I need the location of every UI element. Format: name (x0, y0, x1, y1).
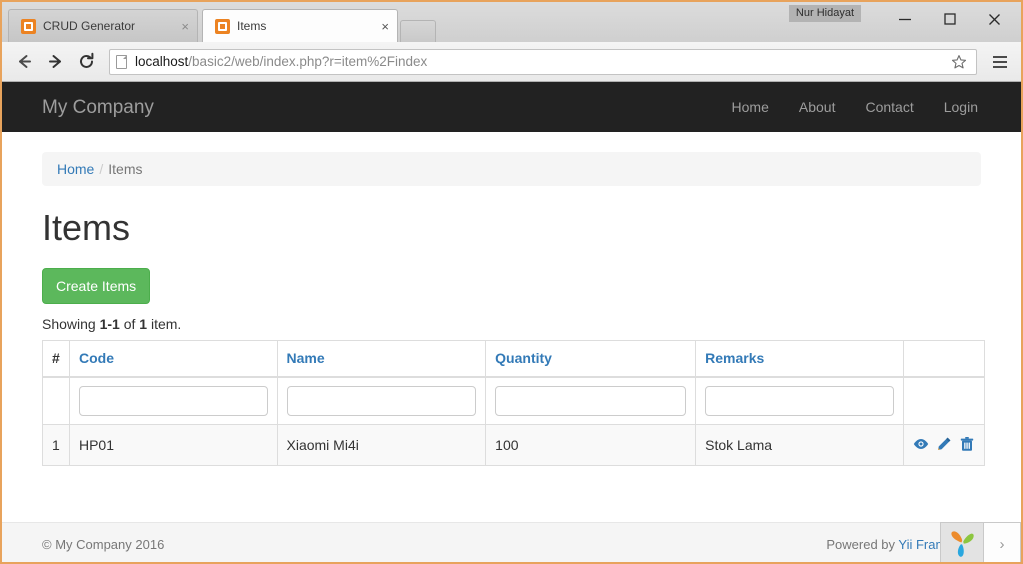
nav-link-contact[interactable]: Contact (850, 99, 928, 115)
grid-header-row: # Code Name Quantity Remarks (42, 339, 985, 379)
column-header-index: # (42, 339, 70, 379)
site-nav-links: Home About Contact Login (717, 99, 993, 115)
column-header-actions (903, 339, 985, 379)
filter-cell-remarks (695, 376, 905, 426)
cell-remarks: Stok Lama (695, 424, 905, 467)
close-window-button[interactable] (972, 4, 1017, 34)
breadcrumb-separator: / (99, 161, 104, 177)
breadcrumb-current: Items (108, 161, 143, 177)
nav-link-login[interactable]: Login (929, 99, 993, 115)
tab-close-icon[interactable]: × (381, 20, 389, 33)
url-path: /basic2/web/index.php?r=item%2Findex (188, 54, 428, 69)
filter-cell-quantity (485, 376, 697, 426)
forward-arrow-icon[interactable] (41, 48, 69, 76)
nav-link-about[interactable]: About (784, 99, 851, 115)
column-header-name: Name (276, 339, 487, 379)
create-items-button[interactable]: Create Items (42, 267, 151, 304)
filter-input-name[interactable] (286, 386, 477, 417)
cell-quantity: 100 (485, 424, 697, 467)
chrome-menu-icon[interactable] (987, 49, 1013, 75)
chrome-user-label[interactable]: Nur Hidayat (788, 5, 861, 22)
gii-favicon-icon (21, 18, 36, 34)
footer-copyright: © My Company 2016 (42, 537, 165, 552)
summary-middle: of (119, 315, 140, 332)
delete-icon[interactable] (959, 436, 975, 455)
column-header-remarks: Remarks (695, 339, 905, 379)
table-row: 1 HP01 Xiaomi Mi4i 100 Stok Lama (42, 424, 985, 467)
summary-total: 1 (139, 315, 148, 332)
summary-range: 1-1 (99, 315, 120, 332)
tab-strip: CRUD Generator × Items × Nur Hidayat (2, 2, 1021, 42)
filter-cell-actions (903, 376, 985, 426)
summary-prefix: Showing (42, 315, 100, 332)
breadcrumb: Home / Items (42, 152, 981, 186)
items-grid: # Code Name Quantity Remarks 1 HP01 Xiao… (42, 339, 985, 467)
browser-tab-items[interactable]: Items × (202, 9, 398, 42)
new-tab-button[interactable] (400, 20, 436, 42)
sort-link-remarks[interactable]: Remarks (705, 350, 764, 366)
back-arrow-icon[interactable] (10, 48, 38, 76)
site-brand[interactable]: My Company (42, 98, 154, 117)
site-navbar: My Company Home About Contact Login (2, 82, 1021, 132)
cell-actions (903, 424, 985, 467)
sort-link-name[interactable]: Name (287, 350, 325, 366)
powered-by-text: Powered by (826, 537, 899, 552)
browser-window: CRUD Generator × Items × Nur Hidayat loc… (0, 0, 1023, 564)
bookmark-star-icon[interactable] (948, 51, 970, 73)
column-header-code: Code (68, 339, 278, 379)
update-icon[interactable] (936, 436, 952, 455)
filter-input-quantity[interactable] (495, 386, 687, 417)
page-container: Home / Items Items Create Items Showing 1-… (2, 152, 1021, 467)
debug-toolbar-expand-button[interactable]: › (983, 522, 1021, 562)
url-host: localhost (135, 54, 189, 69)
page-title: Items (42, 207, 131, 248)
grid-header: # Code Name Quantity Remarks (42, 339, 985, 379)
summary-suffix: item. (147, 315, 182, 332)
breadcrumb-link-home[interactable]: Home (57, 161, 94, 177)
yii-debug-toolbar: › (940, 522, 1021, 562)
grid-filter-row (42, 376, 985, 426)
browser-toolbar: localhost/basic2/web/index.php?r=item%2F… (2, 42, 1021, 82)
tab-title: CRUD Generator (43, 19, 136, 33)
filter-cell-code (68, 376, 278, 426)
cell-index: 1 (42, 424, 70, 467)
sort-link-quantity[interactable]: Quantity (495, 350, 552, 366)
reload-icon[interactable] (72, 48, 100, 76)
column-header-quantity: Quantity (485, 339, 697, 379)
site-footer: © My Company 2016 Powered by Yii Framewo… (2, 522, 1021, 562)
cell-name: Xiaomi Mi4i (276, 424, 487, 467)
window-controls (882, 2, 1017, 36)
nav-link-home[interactable]: Home (717, 99, 784, 115)
sort-link-code[interactable]: Code (79, 350, 114, 366)
minimize-button[interactable] (882, 4, 927, 34)
view-icon[interactable] (913, 436, 929, 455)
page-document-icon (116, 54, 127, 69)
tab-title: Items (237, 19, 267, 33)
address-bar[interactable]: localhost/basic2/web/index.php?r=item%2F… (109, 48, 977, 75)
yii-logo-icon[interactable] (940, 522, 983, 562)
browser-tab-crud-generator[interactable]: CRUD Generator × (8, 9, 198, 42)
filter-cell-index (42, 376, 70, 426)
maximize-button[interactable] (927, 4, 972, 34)
page-viewport: My Company Home About Contact Login Home… (2, 82, 1021, 562)
gii-favicon-icon (215, 18, 230, 34)
filter-cell-name (276, 376, 487, 426)
filter-input-code[interactable] (78, 386, 268, 417)
tab-close-icon[interactable]: × (181, 20, 189, 33)
filter-input-remarks[interactable] (705, 386, 895, 417)
cell-code: HP01 (68, 424, 278, 467)
grid-summary: Showing 1-1 of 1 item. (42, 316, 981, 332)
